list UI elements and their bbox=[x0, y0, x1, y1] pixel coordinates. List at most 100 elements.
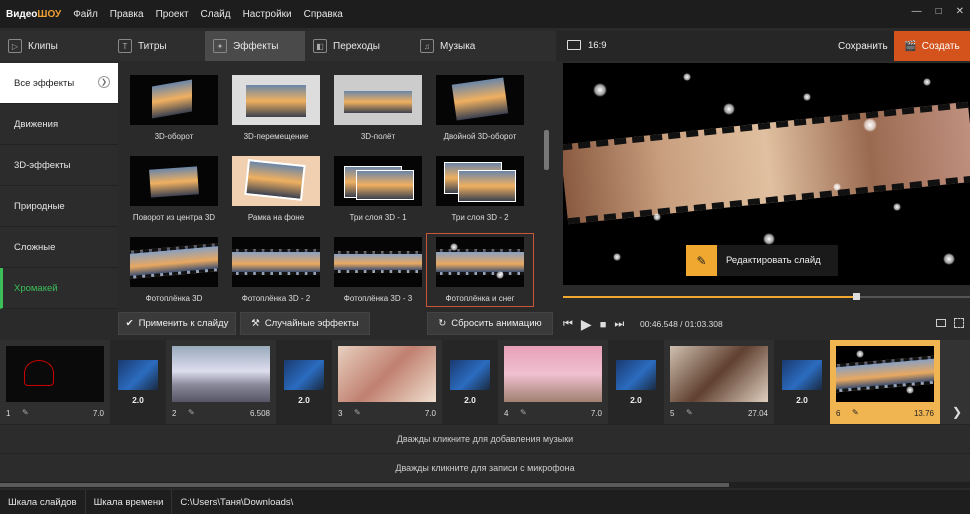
effect-thumbnail bbox=[232, 237, 320, 287]
slide-thumbnail bbox=[670, 346, 768, 402]
fullscreen-icon[interactable] bbox=[954, 318, 964, 328]
random-effects-button[interactable]: ⚒ Случайные эффекты bbox=[240, 312, 370, 335]
menu-project[interactable]: Проект bbox=[156, 9, 189, 20]
monitor-icon[interactable] bbox=[567, 40, 581, 50]
effect-item[interactable]: 3D-полёт bbox=[328, 75, 428, 141]
effects-scrollbar[interactable] bbox=[544, 130, 549, 170]
effect-thumbnail bbox=[334, 237, 422, 287]
effect-item[interactable]: Поворот из центра 3D bbox=[124, 156, 224, 222]
tab-clips[interactable]: ▷ Клипы bbox=[0, 31, 110, 61]
timeline-slide[interactable]: 3 ✎ 7.0 bbox=[332, 340, 442, 424]
slides-scale-tab[interactable]: Шкала слайдов bbox=[0, 490, 86, 514]
close-icon[interactable]: ✕ bbox=[956, 6, 964, 17]
effect-thumbnail bbox=[436, 75, 524, 125]
effect-thumbnail bbox=[436, 156, 524, 206]
effect-thumbnail bbox=[130, 237, 218, 287]
minimize-icon[interactable]: — bbox=[912, 6, 922, 17]
effect-thumbnail bbox=[334, 156, 422, 206]
tab-effects[interactable]: ✦ Эффекты bbox=[205, 31, 305, 61]
slide-thumbnail bbox=[6, 346, 104, 402]
effect-item[interactable]: Двойной 3D-оборот bbox=[430, 75, 530, 141]
project-path: C:\Users\Таня\Downloads\ bbox=[180, 496, 294, 508]
apply-to-slide-button[interactable]: ✔ Применить к слайду bbox=[118, 312, 236, 335]
effect-item[interactable]: Фотоплёнка 3D - 3 bbox=[328, 237, 428, 303]
effect-item[interactable]: Рамка на фоне bbox=[226, 156, 326, 222]
pencil-icon[interactable]: ✎ bbox=[520, 408, 527, 417]
effect-item-selected[interactable]: Фотоплёнка и снег bbox=[426, 233, 534, 307]
timecode: 00:46.548 / 01:03.308 bbox=[640, 319, 723, 329]
play-icon[interactable]: ▶ bbox=[581, 316, 592, 333]
reset-icon: ↻ bbox=[438, 318, 447, 329]
timeline-slide-active[interactable]: 6 ✎ 13.76 bbox=[830, 340, 940, 424]
tab-music[interactable]: ♫ Музыка bbox=[412, 31, 512, 61]
effect-item[interactable]: 3D-оборот bbox=[124, 75, 224, 141]
pencil-icon[interactable]: ✎ bbox=[22, 408, 29, 417]
microphone-track[interactable]: Дважды кликните для записи с микрофона bbox=[0, 453, 970, 481]
save-button[interactable]: Сохранить bbox=[838, 41, 888, 52]
timeline-slide[interactable]: 4 ✎ 7.0 bbox=[498, 340, 608, 424]
timeline-transition[interactable]: 2.0 bbox=[608, 340, 664, 424]
next-icon[interactable]: ⏭ bbox=[614, 318, 624, 331]
effects-category-list: Все эффекты Движения 3D-эффекты Природны… bbox=[0, 63, 118, 310]
timeline-slide[interactable]: 1 ✎ 7.0 bbox=[0, 340, 110, 424]
pencil-icon[interactable]: ✎ bbox=[354, 408, 361, 417]
menu-settings[interactable]: Настройки bbox=[243, 9, 292, 20]
category-nature[interactable]: Природные bbox=[0, 186, 118, 227]
timeline-transition[interactable]: 2.0 bbox=[276, 340, 332, 424]
effect-item[interactable]: Три слоя 3D - 1 bbox=[328, 156, 428, 222]
magic-icon: ⚒ bbox=[251, 318, 260, 329]
stop-icon[interactable]: ■ bbox=[600, 319, 607, 331]
snapshot-icon[interactable] bbox=[936, 319, 946, 327]
playback-scrubber[interactable] bbox=[853, 293, 860, 300]
timeline-slide[interactable]: 2 ✎ 6.508 bbox=[166, 340, 276, 424]
playback-progress-fill bbox=[563, 296, 856, 298]
maximize-icon[interactable]: □ bbox=[936, 6, 942, 17]
effect-item[interactable]: Фотоплёнка 3D bbox=[124, 237, 224, 303]
category-3d[interactable]: 3D-эффекты bbox=[0, 145, 118, 186]
transport-controls: ⏮ ▶ ■ ⏭ bbox=[563, 316, 624, 333]
app-window: ВидеоШОУ Файл Правка Проект Слайд Настро… bbox=[0, 0, 970, 514]
text-icon: T bbox=[118, 39, 132, 53]
category-complex[interactable]: Сложные bbox=[0, 227, 118, 268]
previous-icon[interactable]: ⏮ bbox=[563, 318, 573, 331]
transition-thumbnail bbox=[118, 360, 158, 390]
music-track[interactable]: Дважды кликните для добавления музыки bbox=[0, 424, 970, 452]
menu-bar: ВидеоШОУ Файл Правка Проект Слайд Настро… bbox=[0, 0, 970, 28]
effect-thumbnail bbox=[232, 156, 320, 206]
category-motion[interactable]: Движения bbox=[0, 104, 118, 145]
chevron-right-icon[interactable]: ❯ bbox=[98, 76, 110, 88]
slide-thumbnail bbox=[338, 346, 436, 402]
tab-transitions[interactable]: ◧ Переходы bbox=[305, 31, 412, 61]
pencil-icon[interactable]: ✎ bbox=[188, 408, 195, 417]
effect-thumbnail bbox=[130, 156, 218, 206]
category-chromakey[interactable]: Хромакей bbox=[0, 268, 118, 309]
slide-thumbnail bbox=[836, 346, 934, 402]
timeline-transition[interactable]: 2.0 bbox=[110, 340, 166, 424]
transition-thumbnail bbox=[450, 360, 490, 390]
menu-slide[interactable]: Слайд bbox=[201, 9, 231, 20]
menu-edit[interactable]: Правка bbox=[110, 9, 144, 20]
timeline-transition[interactable]: 2.0 bbox=[442, 340, 498, 424]
music-icon: ♫ bbox=[420, 39, 434, 53]
aspect-ratio[interactable]: 16:9 bbox=[588, 40, 607, 51]
pencil-icon[interactable]: ✎ bbox=[686, 408, 693, 417]
slide-thumbnail bbox=[504, 346, 602, 402]
effect-item[interactable]: 3D-перемещение bbox=[226, 75, 326, 141]
edit-slide-button[interactable]: ✎ Редактировать слайд bbox=[686, 245, 838, 276]
effect-item[interactable]: Три слоя 3D - 2 bbox=[430, 156, 530, 222]
check-icon: ✔ bbox=[125, 318, 134, 329]
tab-titles[interactable]: T Титры bbox=[110, 31, 205, 61]
camera-icon: 🎬 bbox=[904, 40, 917, 52]
app-logo: ВидеоШОУ bbox=[6, 8, 62, 20]
timeline-slide[interactable]: 5 ✎ 27.04 bbox=[664, 340, 774, 424]
pencil-icon[interactable]: ✎ bbox=[852, 408, 859, 417]
create-button[interactable]: 🎬 Создать bbox=[894, 31, 970, 61]
menu-file[interactable]: Файл bbox=[73, 9, 98, 20]
effect-item[interactable]: Фотоплёнка 3D - 2 bbox=[226, 237, 326, 303]
timeline-scrollbar-thumb[interactable] bbox=[0, 483, 729, 487]
timeline-transition[interactable]: 2.0 bbox=[774, 340, 830, 424]
menu-help[interactable]: Справка bbox=[304, 9, 343, 20]
time-scale-tab[interactable]: Шкала времени bbox=[86, 490, 173, 514]
reset-animation-button[interactable]: ↻ Сбросить анимацию bbox=[427, 312, 553, 335]
chevron-right-icon[interactable]: ❯ bbox=[952, 405, 962, 419]
